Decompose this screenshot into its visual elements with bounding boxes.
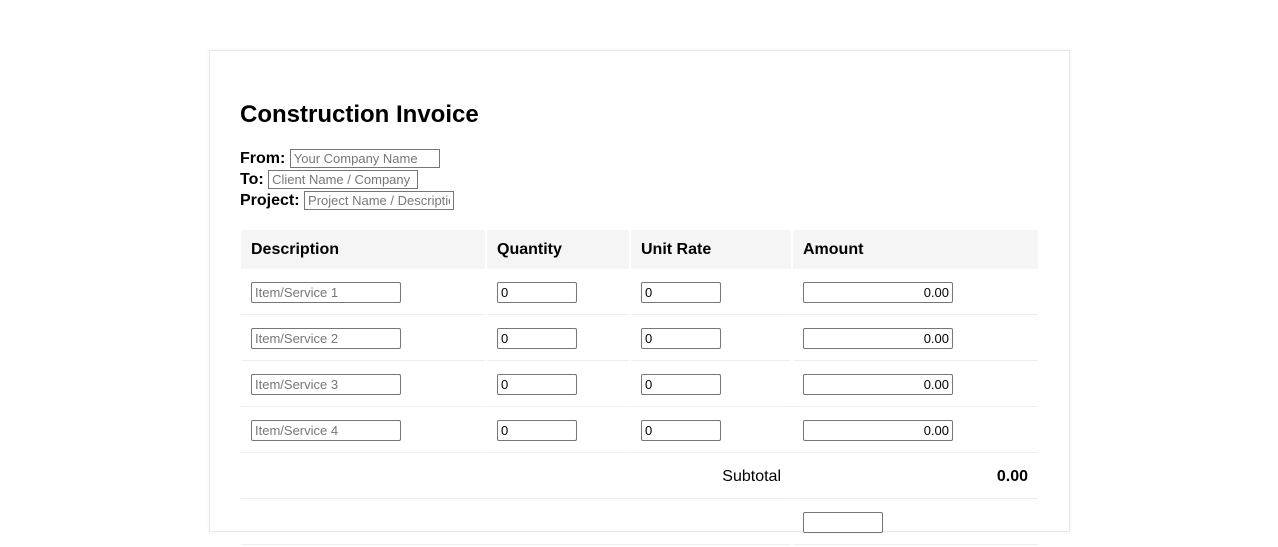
quantity-input[interactable] [497, 374, 577, 395]
unit-rate-input[interactable] [641, 328, 721, 349]
table-row [241, 363, 1038, 407]
unit-rate-input[interactable] [641, 374, 721, 395]
next-row [241, 501, 1038, 545]
amount-field[interactable] [803, 328, 953, 349]
header-quantity: Quantity [487, 230, 629, 269]
table-header: Description Quantity Unit Rate Amount [241, 230, 1038, 269]
amount-field[interactable] [803, 282, 953, 303]
project-input[interactable] [304, 191, 455, 210]
invoice-meta: From: To: Project: [240, 148, 455, 211]
description-input[interactable] [251, 420, 401, 441]
from-row: From: [240, 148, 454, 169]
to-label: To: [240, 171, 264, 188]
header-unit-rate: Unit Rate [631, 230, 791, 269]
subtotal-row: Subtotal 0.00 [241, 455, 1038, 499]
invoice-card: Construction Invoice From: To: Project: … [209, 50, 1070, 545]
project-row: Project: [240, 190, 455, 211]
header-amount: Amount [793, 230, 1038, 269]
header-description: Description [241, 230, 485, 269]
from-label: From: [240, 150, 286, 167]
unit-rate-input[interactable] [641, 420, 721, 441]
table-row [241, 271, 1038, 315]
to-input[interactable] [268, 170, 419, 189]
amount-field[interactable] [803, 374, 953, 395]
from-input[interactable] [289, 149, 440, 168]
items-table: Description Quantity Unit Rate Amount It… [239, 228, 1040, 547]
tax-input[interactable] [803, 512, 883, 533]
description-input[interactable] [251, 282, 401, 303]
table-row [241, 317, 1038, 361]
quantity-input[interactable] [497, 282, 577, 303]
subtotal-label: Subtotal [241, 455, 791, 499]
project-label: Project: [240, 192, 300, 209]
unit-rate-input[interactable] [641, 282, 721, 303]
to-row: To: [240, 169, 454, 190]
quantity-input[interactable] [497, 420, 577, 441]
amount-field[interactable] [803, 420, 953, 441]
subtotal-value: 0.00 [793, 455, 1038, 499]
description-input[interactable] [251, 328, 401, 349]
table-row [241, 409, 1038, 453]
description-input[interactable] [251, 374, 401, 395]
quantity-input[interactable] [497, 328, 577, 349]
page-title: Construction Invoice [240, 101, 479, 128]
